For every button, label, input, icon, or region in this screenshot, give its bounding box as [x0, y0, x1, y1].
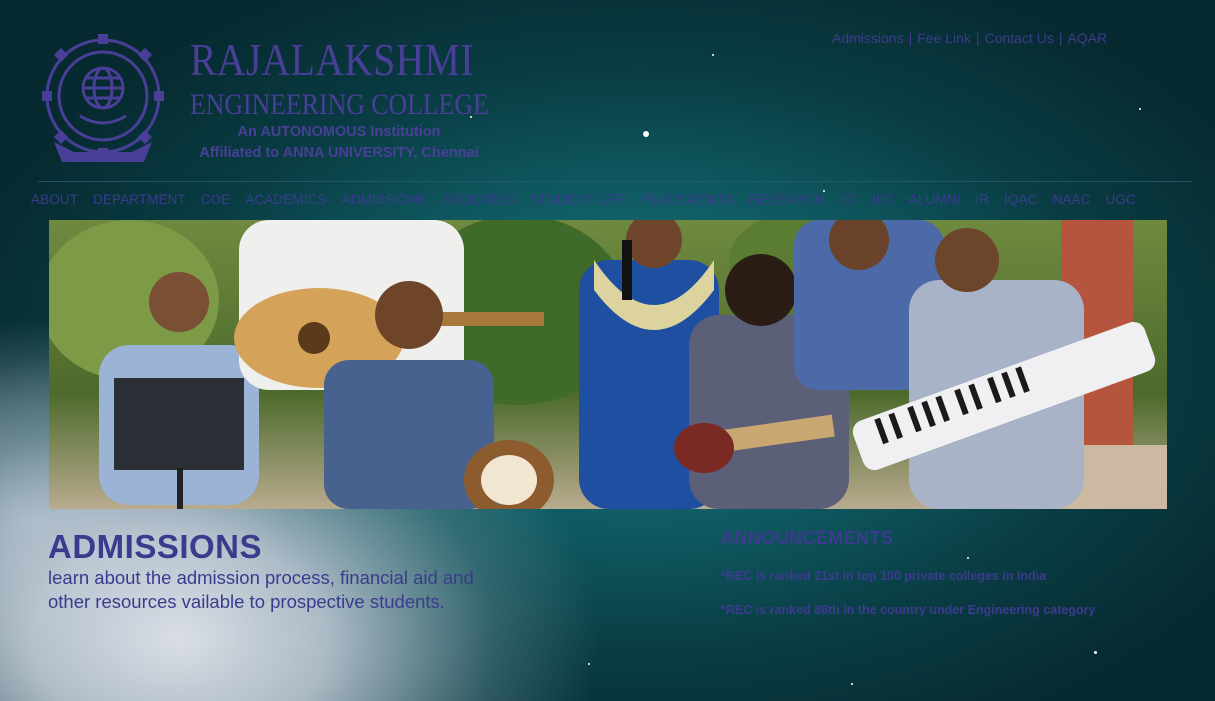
nav-item-alumni[interactable]: ALUMNI — [909, 192, 961, 207]
college-emblem-icon — [42, 34, 164, 162]
top-link-admissions[interactable]: Admissions — [832, 30, 904, 46]
announcements-heading: ANNOUNCEMENTS — [721, 528, 894, 548]
admissions-heading: ADMISSIONS — [48, 528, 263, 565]
nav-item-admissions[interactable]: ADMISSIONS — [342, 192, 428, 207]
nav-item-iqac[interactable]: IQAC — [1004, 192, 1037, 207]
nav-divider — [38, 181, 1192, 182]
college-name: RAJALAKSHMI — [190, 34, 474, 85]
top-link-aqar[interactable]: AQAR — [1067, 30, 1107, 46]
college-tagline: An AUTONOMOUS Institution — [237, 124, 441, 140]
nav-item-student-life[interactable]: STUDENT LIFE — [530, 192, 627, 207]
announcement-item[interactable]: *REC is ranked 21st in top 100 private c… — [721, 569, 1046, 583]
top-links: Admissions | Fee Link | Contact Us | AQAR — [832, 30, 1107, 46]
top-link-separator: | — [1058, 30, 1063, 46]
top-link-fee[interactable]: Fee Link — [917, 30, 971, 46]
nav-item-naac[interactable]: NAAC — [1053, 192, 1091, 207]
nav-item-coe[interactable]: COE — [201, 192, 231, 207]
students-music-photo — [49, 220, 1167, 509]
top-link-contact-us[interactable]: Contact Us — [985, 30, 1054, 46]
nav-item-ugc[interactable]: UGC — [1106, 192, 1136, 207]
main-nav: ABOUT DEPARTMENT COE ACADEMICS ADMISSION… — [31, 192, 1151, 207]
top-link-separator: | — [908, 30, 913, 46]
nav-item-about[interactable]: ABOUT — [31, 192, 78, 207]
college-affiliation: Affiliated to ANNA UNIVERSITY, Chennai — [199, 145, 479, 161]
top-link-separator: | — [975, 30, 980, 46]
nav-item-iiic[interactable]: IIIC — [872, 192, 893, 207]
admissions-description: learn about the admission process, finan… — [48, 567, 474, 612]
nav-item-placements[interactable]: PLACEMENTS — [642, 192, 735, 207]
nav-item-iic[interactable]: IIC — [840, 192, 858, 207]
nav-item-research[interactable]: RESEARCH — [749, 192, 825, 207]
nav-item-facilities[interactable]: FACILITIES — [442, 192, 514, 207]
college-logo[interactable]: RAJALAKSHMI ENGINEERING COLLEGE An AUTON… — [32, 30, 492, 170]
hero-banner-image — [49, 220, 1167, 509]
nav-item-department[interactable]: DEPARTMENT — [93, 192, 186, 207]
announcement-item[interactable]: *REC is ranked 86th in the country under… — [721, 603, 1095, 617]
college-subtitle: ENGINEERING COLLEGE — [190, 88, 489, 121]
nav-item-ir[interactable]: IR — [975, 192, 989, 207]
nav-item-academics[interactable]: ACADEMICS — [245, 192, 326, 207]
